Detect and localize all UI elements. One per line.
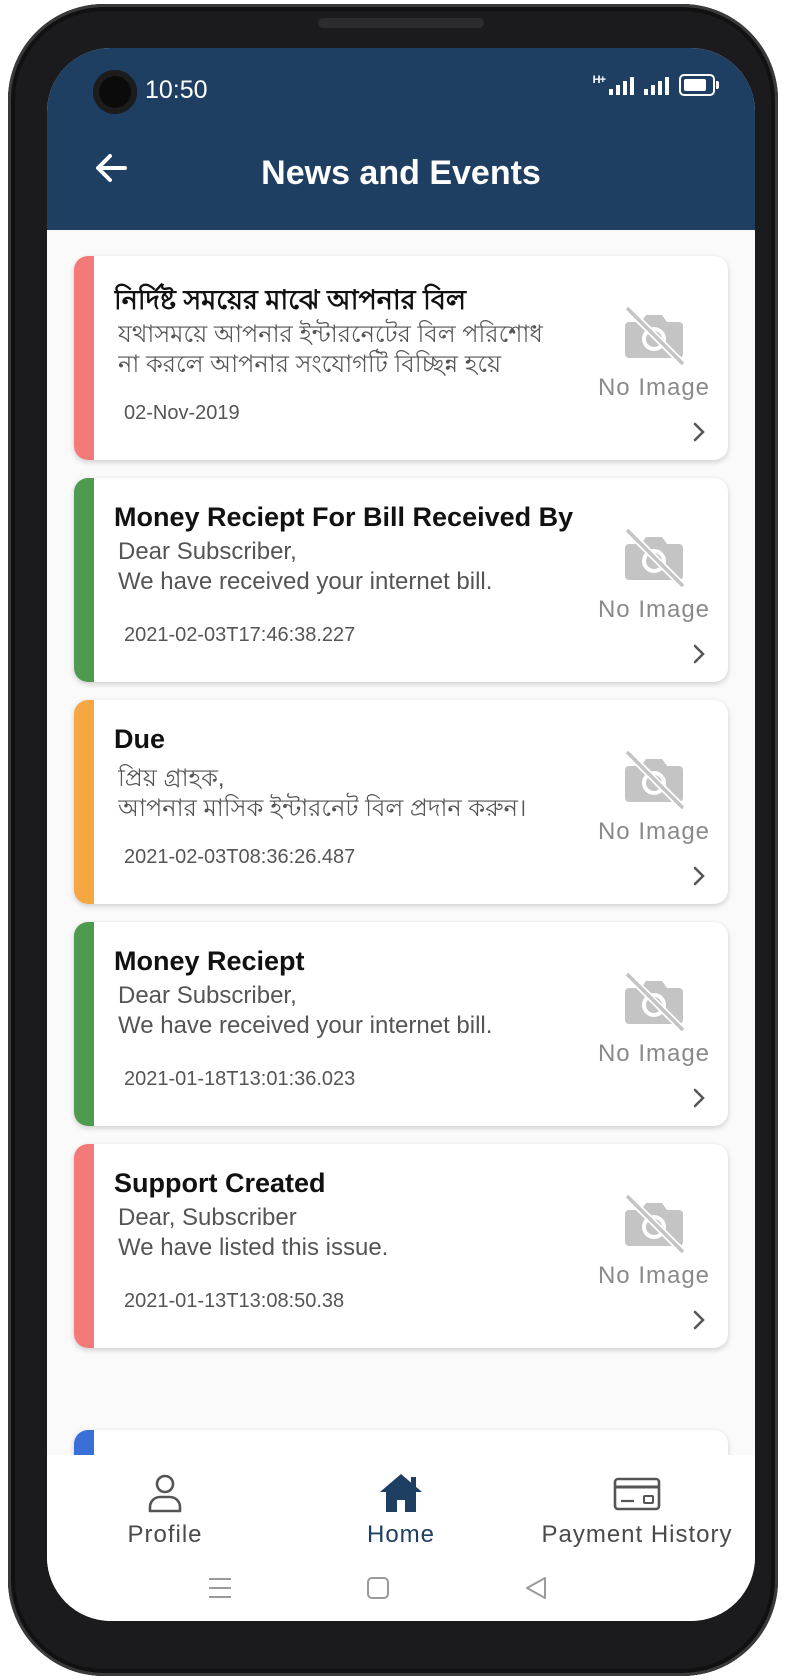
front-camera (93, 70, 137, 114)
chevron-right-icon[interactable] (689, 864, 709, 888)
page-title: News and Events (261, 154, 541, 192)
news-card[interactable]: Money Reciept For Bill Received By Dear … (74, 478, 728, 682)
phone-frame: 10:50 H+ News and Events নির্দিষ্ট সময়ে… (8, 4, 778, 1676)
news-card[interactable]: Money Reciept Dear Subscriber, We have r… (74, 922, 728, 1126)
home-icon (380, 1474, 422, 1512)
news-title: Due (114, 724, 166, 754)
news-line-1: Dear Subscriber, (118, 982, 297, 1009)
no-image-label: No Image (597, 374, 711, 401)
card-stripe (74, 922, 94, 1126)
card-stripe (74, 1144, 94, 1348)
chevron-right-icon[interactable] (689, 1308, 709, 1332)
person-icon (148, 1474, 182, 1513)
no-image-placeholder: No Image (589, 748, 719, 848)
status-time: 10:50 (145, 76, 208, 104)
news-line-2: না করলে আপনার সংযোগটি বিচ্ছিন্ন হয়ে (118, 351, 502, 378)
chevron-right-icon[interactable] (689, 420, 709, 444)
news-line-1: Dear, Subscriber (118, 1204, 297, 1231)
signal-icon-2 (644, 75, 669, 95)
nav-payment-history-label: Payment History (541, 1521, 733, 1548)
news-card[interactable]: নির্দিষ্ট সময়ের মাঝে আপনার বিল যথাসময়ে… (74, 256, 728, 460)
nav-profile-label: Profile (127, 1521, 203, 1548)
news-line-2: We have received your internet bill. (118, 1012, 493, 1039)
news-title: Money Reciept For Bill Received By (114, 502, 574, 532)
news-card-partial[interactable] (74, 1430, 728, 1455)
earpiece-speaker (318, 18, 484, 28)
signal-icon (609, 75, 634, 95)
card-stripe (74, 256, 94, 460)
news-line-1: Dear Subscriber, (118, 538, 297, 565)
no-camera-icon (624, 749, 686, 810)
no-image-label: No Image (597, 1262, 711, 1289)
triangle-back-icon[interactable] (523, 1575, 549, 1601)
nav-home-label: Home (366, 1521, 436, 1548)
news-list[interactable]: নির্দিষ্ট সময়ের মাঝে আপনার বিল যথাসময়ে… (47, 230, 755, 1455)
news-line-2: আপনার মাসিক ইন্টারনেট বিল প্রদান করুন। (118, 795, 527, 822)
news-date: 2021-01-18T13:01:36.023 (124, 1068, 356, 1090)
news-date: 2021-02-03T17:46:38.227 (124, 624, 356, 646)
no-camera-icon (624, 971, 686, 1032)
no-camera-icon (624, 305, 686, 366)
network-type-label: H+ (592, 74, 606, 86)
no-image-label: No Image (597, 1040, 711, 1067)
chevron-right-icon[interactable] (689, 1086, 709, 1110)
nav-profile[interactable]: Profile (47, 1471, 283, 1549)
news-date: 2021-02-03T08:36:26.487 (124, 846, 356, 868)
app-header: 10:50 H+ News and Events (47, 48, 755, 230)
news-date: 02-Nov-2019 (124, 402, 240, 424)
news-date: 2021-01-13T13:08:50.38 (124, 1290, 345, 1312)
news-card[interactable]: Due প্রিয় গ্রাহক, আপনার মাসিক ইন্টারনেট… (74, 700, 728, 904)
card-stripe (74, 478, 94, 682)
no-image-label: No Image (597, 596, 711, 623)
screen: 10:50 H+ News and Events নির্দিষ্ট সময়ে… (47, 48, 755, 1621)
no-camera-icon (624, 527, 686, 588)
news-line-2: We have received your internet bill. (118, 568, 493, 595)
no-camera-icon (624, 1193, 686, 1254)
no-image-placeholder: No Image (589, 304, 719, 404)
news-title: Support Created (114, 1168, 326, 1198)
chevron-right-icon[interactable] (689, 642, 709, 666)
nav-home[interactable]: Home (283, 1471, 519, 1549)
card-stripe (74, 700, 94, 904)
no-image-placeholder: No Image (589, 1192, 719, 1292)
menu-icon[interactable] (207, 1575, 233, 1601)
credit-card-icon (613, 1477, 661, 1511)
status-icons: H+ (592, 74, 719, 96)
no-image-placeholder: No Image (589, 526, 719, 626)
nav-payment-history[interactable]: Payment History (519, 1471, 755, 1549)
no-image-label: No Image (597, 818, 711, 845)
battery-icon (679, 74, 719, 96)
bottom-navigation: Profile Home Payment History (47, 1455, 755, 1621)
no-image-placeholder: No Image (589, 970, 719, 1070)
news-line-2: We have listed this issue. (118, 1234, 389, 1261)
card-stripe (74, 1430, 94, 1455)
square-home-icon[interactable] (365, 1575, 391, 1601)
news-card[interactable]: Support Created Dear, Subscriber We have… (74, 1144, 728, 1348)
news-title: Money Reciept (114, 946, 305, 976)
